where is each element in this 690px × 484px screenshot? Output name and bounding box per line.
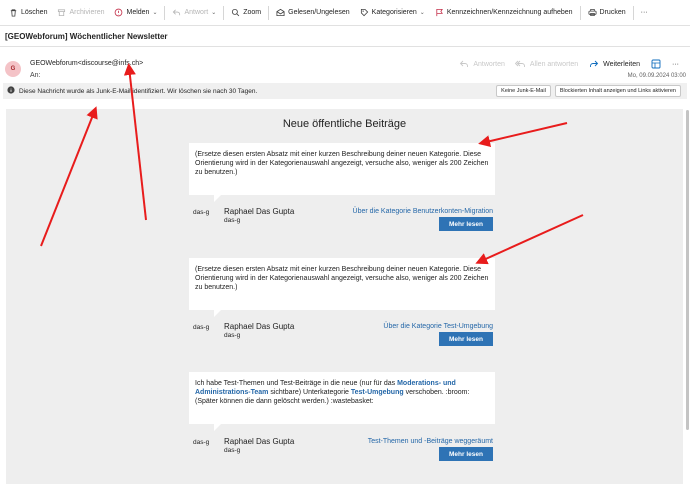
toolbar-divider <box>223 5 225 20</box>
chevron-down-icon[interactable]: ⌄ <box>420 9 425 16</box>
email-body: Neue öffentliche Beiträge (Ersetze diese… <box>6 109 683 484</box>
categorize-label: Kategorisieren <box>371 9 417 16</box>
junk-banner: Diese Nachricht wurde als Junk-E-Mail id… <box>3 83 687 99</box>
flag-icon <box>435 8 444 17</box>
message-subject: [GEOWebforum] Wöchentlicher Newsletter <box>5 32 168 41</box>
post-meta: das-g Raphael Das Gupta das-g Test-Theme… <box>189 435 495 469</box>
message-header: G GEOWebforum<discourse@infs.ch> An: Ant… <box>0 52 690 82</box>
more-icon: ··· <box>640 9 648 16</box>
reply-action-button[interactable]: Antworten <box>455 58 508 70</box>
flag-label: Kennzeichnen/Kennzeichnung aufheben <box>446 9 573 16</box>
forward-icon <box>588 58 600 70</box>
report-button[interactable]: Melden ⌄ <box>109 3 162 23</box>
zoom-label: Zoom <box>243 9 262 16</box>
more-icon: ··· <box>672 60 679 68</box>
archive-icon <box>57 8 66 17</box>
post-topic-link[interactable]: Über die Kategorie Benutzerkonten-Migrat… <box>353 208 493 215</box>
message-date: Mo, 09.09.2024 03:00 <box>627 73 686 79</box>
message-actions: Antworten Allen antworten Weiterleiten ·… <box>455 58 682 70</box>
reply-all-button[interactable]: Allen antworten <box>512 58 581 70</box>
subject-bar: [GEOWebforum] Wöchentlicher Newsletter <box>0 27 690 47</box>
post-author-handle: das-g <box>224 217 241 224</box>
reply-all-label: Allen antworten <box>529 60 579 68</box>
archive-label: Archivieren <box>69 9 105 16</box>
forward-button[interactable]: Weiterleiten <box>585 58 643 70</box>
newsletter-title: Neue öffentliche Beiträge <box>282 118 407 130</box>
reply-icon <box>458 58 470 70</box>
post-username[interactable]: das-g <box>193 439 209 446</box>
print-label: Drucken <box>599 9 626 16</box>
post-author-name[interactable]: Raphael Das Gupta <box>224 322 294 331</box>
chevron-down-icon[interactable]: ⌄ <box>152 9 157 16</box>
post-author-handle: das-g <box>224 447 241 454</box>
post-text: sichtbare) Unterkategorie <box>268 389 351 396</box>
post-topic-link[interactable]: Test-Themen und -Beiträge weggeräumt <box>368 438 493 445</box>
zoom-icon <box>231 8 240 17</box>
delete-button[interactable]: Löschen <box>4 3 52 23</box>
forward-label: Weiterleiten <box>603 60 640 68</box>
post-excerpt: (Ersetze diesen ersten Absatz mit einer … <box>189 258 495 310</box>
post-author-handle: das-g <box>224 332 241 339</box>
scrollbar[interactable] <box>686 110 689 430</box>
delete-label: Löschen <box>21 9 48 16</box>
not-junk-button[interactable]: Keine Junk-E-Mail <box>496 85 551 97</box>
printer-icon <box>588 8 597 17</box>
categorize-button[interactable]: Kategorisieren ⌄ <box>355 3 430 23</box>
info-icon <box>7 86 15 96</box>
post-username[interactable]: das-g <box>193 324 209 331</box>
reply-icon <box>172 8 181 17</box>
junk-banner-text: Diese Nachricht wurde als Junk-E-Mail id… <box>19 87 258 95</box>
grid-view-icon <box>650 58 662 70</box>
reply-action-label: Antworten <box>473 60 505 68</box>
reply-all-icon <box>515 58 527 70</box>
toolbar-divider <box>164 5 166 20</box>
toolbar-divider <box>268 5 270 20</box>
to-label: An: <box>30 72 41 79</box>
post-topic-link[interactable]: Über die Kategorie Test-Umgebung <box>383 323 493 330</box>
chevron-down-icon[interactable]: ⌄ <box>211 9 216 16</box>
report-label: Melden <box>126 9 150 16</box>
post-excerpt: Ich habe Test-Themen und Test-Beiträge i… <box>189 372 495 424</box>
toolbar-divider <box>632 5 634 20</box>
toolbar-more-button[interactable]: ··· <box>636 3 653 23</box>
post-author-name[interactable]: Raphael Das Gupta <box>224 437 294 446</box>
post-bubble-tail <box>214 424 221 431</box>
zoom-button[interactable]: Zoom <box>226 3 266 23</box>
subcategory-link[interactable]: Test-Umgebung <box>351 389 404 396</box>
envelope-icon <box>276 8 285 17</box>
read-unread-button[interactable]: Gelesen/Ungelesen <box>271 3 355 23</box>
message-more-button[interactable]: ··· <box>669 61 682 68</box>
report-shield-icon <box>114 8 123 17</box>
print-button[interactable]: Drucken <box>583 3 631 23</box>
post-username[interactable]: das-g <box>193 209 209 216</box>
post-bubble-tail <box>214 310 221 317</box>
post-text: Ich habe Test-Themen und Test-Beiträge i… <box>195 380 398 387</box>
toolbar-divider <box>579 5 581 20</box>
immersive-view-button[interactable] <box>647 58 665 70</box>
read-unread-label: Gelesen/Ungelesen <box>288 9 350 16</box>
ribbon-toolbar: Löschen Archivieren Melden ⌄ Antwort ⌄ Z… <box>0 0 690 26</box>
flag-button[interactable]: Kennzeichnen/Kennzeichnung aufheben <box>430 3 578 23</box>
post-author-name[interactable]: Raphael Das Gupta <box>224 207 294 216</box>
reply-label: Antwort <box>184 9 209 16</box>
post-meta: das-g Raphael Das Gupta das-g Über die K… <box>189 320 495 354</box>
read-more-button[interactable]: Mehr lesen <box>439 332 493 346</box>
show-blocked-content-button[interactable]: Blockierten Inhalt anzeigen und Links ak… <box>554 85 681 97</box>
reply-button[interactable]: Antwort ⌄ <box>167 3 221 23</box>
post-meta: das-g Raphael Das Gupta das-g Über die K… <box>189 205 495 239</box>
post-bubble-tail <box>214 195 221 202</box>
read-more-button[interactable]: Mehr lesen <box>439 447 493 461</box>
avatar[interactable]: G <box>5 61 21 77</box>
trash-icon <box>9 8 18 17</box>
archive-button[interactable]: Archivieren <box>52 3 109 23</box>
post-excerpt: (Ersetze diesen ersten Absatz mit einer … <box>189 143 495 195</box>
read-more-button[interactable]: Mehr lesen <box>439 217 493 231</box>
tag-icon <box>360 8 369 17</box>
sender-address[interactable]: GEOWebforum<discourse@infs.ch> <box>30 60 143 67</box>
